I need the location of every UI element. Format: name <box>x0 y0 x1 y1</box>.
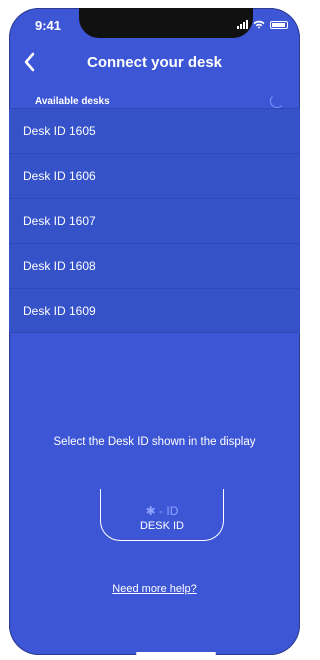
status-time: 9:41 <box>35 18 62 33</box>
spinner-icon <box>270 94 284 108</box>
desk-row-1608[interactable]: Desk ID 1608 <box>9 243 300 288</box>
battery-icon <box>270 21 288 29</box>
desk-row-1606[interactable]: Desk ID 1606 <box>9 153 300 198</box>
notch <box>79 8 253 38</box>
page-title: Connect your desk <box>86 54 223 71</box>
desk-display-illustration: ✱ - ID DESK ID <box>100 489 224 541</box>
desk-id-label: DESK ID <box>139 520 184 532</box>
wifi-icon <box>253 20 265 29</box>
help-link[interactable]: Need more help? <box>9 583 300 595</box>
status-icons <box>237 20 288 29</box>
desk-list: Desk ID 1605 Desk ID 1606 Desk ID 1607 D… <box>9 108 300 333</box>
desk-row-1607[interactable]: Desk ID 1607 <box>9 198 300 243</box>
header: Connect your desk <box>9 52 300 76</box>
desk-row-1609[interactable]: Desk ID 1609 <box>9 288 300 333</box>
section-label: Available desks <box>35 96 110 107</box>
phone-screen: 9:41 Connect your desk Available desks D… <box>9 8 300 655</box>
bluetooth-id-label: ✱ - ID <box>145 504 179 518</box>
instruction-text: Select the Desk ID shown in the display <box>53 436 256 448</box>
signal-icon <box>237 20 248 29</box>
home-indicator <box>136 652 216 655</box>
desk-row-1605[interactable]: Desk ID 1605 <box>9 108 300 153</box>
